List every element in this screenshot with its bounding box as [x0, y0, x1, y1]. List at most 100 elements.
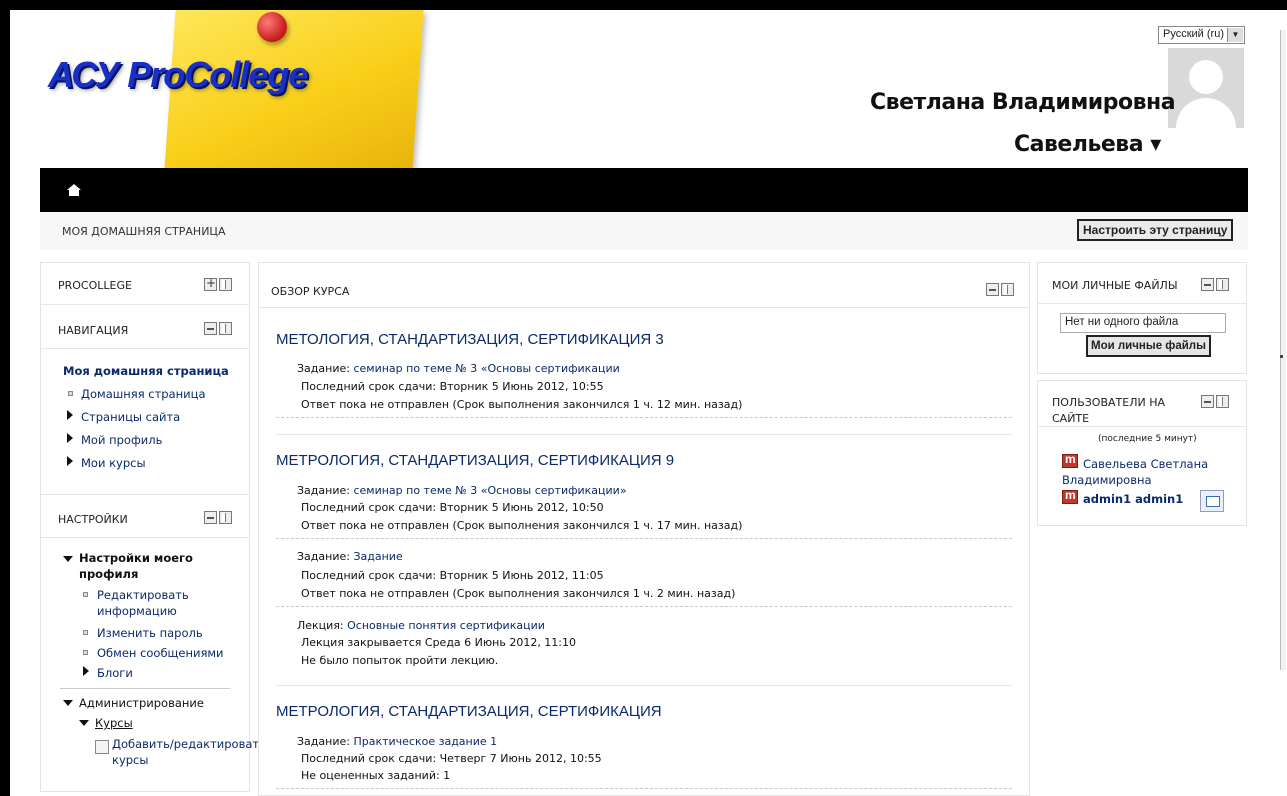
activity-link[interactable]: Практическое задание 1	[353, 735, 497, 748]
window-frame-top	[0, 0, 1287, 10]
activity-due: Последний срок сдачи: Вторник 5 Июнь 201…	[301, 569, 604, 582]
online-users-title-1: ПОЛЬЗОВАТЕЛИ НА	[1052, 396, 1165, 409]
moodle-user-icon	[1062, 488, 1078, 504]
activity-line: Лекция: Основные понятия сертификации	[297, 619, 545, 632]
navigation-block-title: НАВИГАЦИЯ	[58, 324, 129, 337]
settings-gear-icon	[95, 740, 109, 754]
online-user-2[interactable]: admin1 admin1	[1083, 492, 1183, 506]
nav-my-courses[interactable]: Мои курсы	[81, 456, 146, 470]
online-user-1b[interactable]: Владимировна	[1062, 473, 1152, 487]
course-title[interactable]: МЕТОЛОГИЯ, СТАНДАРТИЗАЦИЯ, СЕРТИФИКАЦИЯ …	[276, 331, 664, 348]
chevron-right-icon[interactable]	[67, 410, 73, 420]
dock-icon[interactable]	[1216, 278, 1229, 291]
nav-my-profile[interactable]: Мой профиль	[81, 433, 162, 447]
settings-profile-1[interactable]: Настройки моего	[79, 551, 193, 565]
online-user-1a[interactable]: Савельева Светлана	[1083, 457, 1208, 471]
settings-admin[interactable]: Администрирование	[79, 696, 204, 710]
activity-due: Последний срок сдачи: Четверг 7 Июнь 201…	[301, 752, 602, 765]
dock-icon[interactable]	[219, 278, 232, 291]
chevron-down-icon[interactable]	[79, 720, 89, 726]
pushpin-icon	[257, 12, 287, 42]
activity-line: Задание: семинар по теме № 3 «Основы сер…	[297, 362, 620, 375]
files-empty-text: Нет ни одного файла	[1060, 313, 1226, 333]
nav-site-pages[interactable]: Страницы сайта	[81, 410, 180, 424]
activity-link[interactable]: Основные понятия сертификации	[347, 619, 545, 632]
user-menu-toggle[interactable]: Савельева ▾	[1014, 132, 1161, 157]
course-title[interactable]: МЕТРОЛОГИЯ, СТАНДАРТИЗАЦИЯ, СЕРТИФИКАЦИЯ…	[276, 452, 674, 469]
customize-page-button[interactable]: Настроить эту страницу	[1077, 219, 1234, 241]
block-controls[interactable]	[986, 283, 1018, 297]
activity-due: Последний срок сдачи: Вторник 5 Июнь 201…	[301, 501, 604, 514]
course-title[interactable]: МЕТРОЛОГИЯ, СТАНДАРТИЗАЦИЯ, СЕРТИФИКАЦИЯ	[276, 703, 662, 720]
collapse-icon[interactable]	[204, 322, 217, 335]
online-users-title-2: САЙТЕ	[1052, 412, 1090, 425]
top-navbar	[40, 168, 1248, 212]
settings-add-edit-2[interactable]: курсы	[112, 753, 148, 767]
dock-icon[interactable]	[1216, 395, 1229, 408]
avatar[interactable]	[1168, 48, 1244, 128]
user-name-first[interactable]: Светлана Владимировна	[870, 90, 1176, 115]
activity-due: Лекция закрывается Среда 6 Июнь 2012, 11…	[301, 636, 577, 649]
block-controls[interactable]	[1201, 278, 1233, 292]
expand-icon[interactable]	[204, 276, 217, 291]
block-controls[interactable]	[204, 511, 236, 525]
activity-status: Ответ пока не отправлен (Срок выполнения…	[301, 519, 743, 532]
bullet-icon	[83, 592, 88, 597]
language-value: Русский (ru)	[1163, 28, 1224, 40]
activity-line: Задание: Практическое задание 1	[297, 735, 498, 748]
settings-profile-2[interactable]: профиля	[79, 567, 138, 581]
breadcrumb: МОЯ ДОМАШНЯЯ СТРАНИЦА	[62, 225, 226, 238]
settings-edit-info-2[interactable]: информацию	[97, 604, 177, 618]
bullet-icon	[68, 391, 73, 396]
collapse-icon[interactable]	[1201, 395, 1214, 408]
collapse-icon[interactable]	[204, 511, 217, 524]
activity-status: Ответ пока не отправлен (Срок выполнения…	[301, 587, 736, 600]
settings-edit-info-1[interactable]: Редактировать	[97, 588, 189, 602]
block-controls[interactable]	[1201, 395, 1233, 409]
activity-line: Задание: семинар по теме № 3 «Основы сер…	[297, 484, 627, 497]
dock-icon[interactable]	[219, 511, 232, 524]
message-icon[interactable]	[1200, 490, 1224, 512]
moodle-user-icon	[1062, 452, 1078, 468]
chevron-right-icon[interactable]	[67, 433, 73, 443]
activity-status: Ответ пока не отправлен (Срок выполнения…	[301, 398, 743, 411]
chevron-right-icon[interactable]	[83, 666, 89, 676]
site-logo[interactable]: АСУ ProCollege	[48, 54, 308, 96]
course-overview-title: ОБЗОР КУРСА	[271, 285, 350, 298]
activity-link[interactable]: семинар по теме № 3 «Основы сертификации	[353, 362, 619, 375]
window-frame-left	[0, 0, 10, 796]
activity-status: Не было попыток пройти лекцию.	[301, 654, 499, 667]
chevron-down-icon: ▼	[1226, 28, 1243, 42]
settings-courses[interactable]: Курсы	[95, 716, 133, 730]
dock-icon[interactable]	[219, 322, 232, 335]
online-users-subtitle: (последние 5 минут)	[1098, 434, 1197, 444]
collapse-icon[interactable]	[1201, 278, 1214, 291]
bullet-icon	[83, 630, 88, 635]
block-controls[interactable]	[204, 322, 236, 336]
nav-site-home[interactable]: Домашняя страница	[81, 387, 206, 401]
dock-icon[interactable]	[1001, 283, 1014, 296]
chevron-down-icon[interactable]	[63, 700, 73, 706]
scrollbar[interactable]	[1280, 10, 1287, 796]
activity-link[interactable]: семинар по теме № 3 «Основы сертификации…	[353, 484, 626, 497]
settings-block-title: НАСТРОЙКИ	[58, 513, 128, 526]
settings-blogs[interactable]: Блоги	[97, 666, 133, 680]
block-controls[interactable]	[204, 276, 236, 292]
settings-add-edit-1[interactable]: Добавить/редактировать	[112, 737, 266, 751]
procollege-block-title: PROCOLLEGE	[58, 279, 132, 292]
activity-link[interactable]: Задание	[353, 550, 402, 563]
bullet-icon	[83, 650, 88, 655]
private-files-title: МОИ ЛИЧНЫЕ ФАЙЛЫ	[1052, 279, 1178, 292]
nav-my-home[interactable]: Моя домашняя страница	[63, 364, 229, 378]
chevron-down-icon[interactable]	[63, 556, 73, 562]
chevron-right-icon[interactable]	[67, 456, 73, 466]
collapse-icon[interactable]	[986, 283, 999, 296]
left-column	[40, 262, 250, 792]
settings-change-password[interactable]: Изменить пароль	[97, 626, 203, 640]
activity-status: Не оцененных заданий: 1	[301, 769, 451, 782]
my-files-button[interactable]: Мои личные файлы	[1086, 335, 1211, 357]
home-icon[interactable]	[67, 184, 81, 196]
activity-due: Последний срок сдачи: Вторник 5 Июнь 201…	[301, 380, 604, 393]
language-select[interactable]: Русский (ru) ▼	[1158, 26, 1245, 44]
settings-messaging[interactable]: Обмен сообщениями	[97, 646, 224, 660]
